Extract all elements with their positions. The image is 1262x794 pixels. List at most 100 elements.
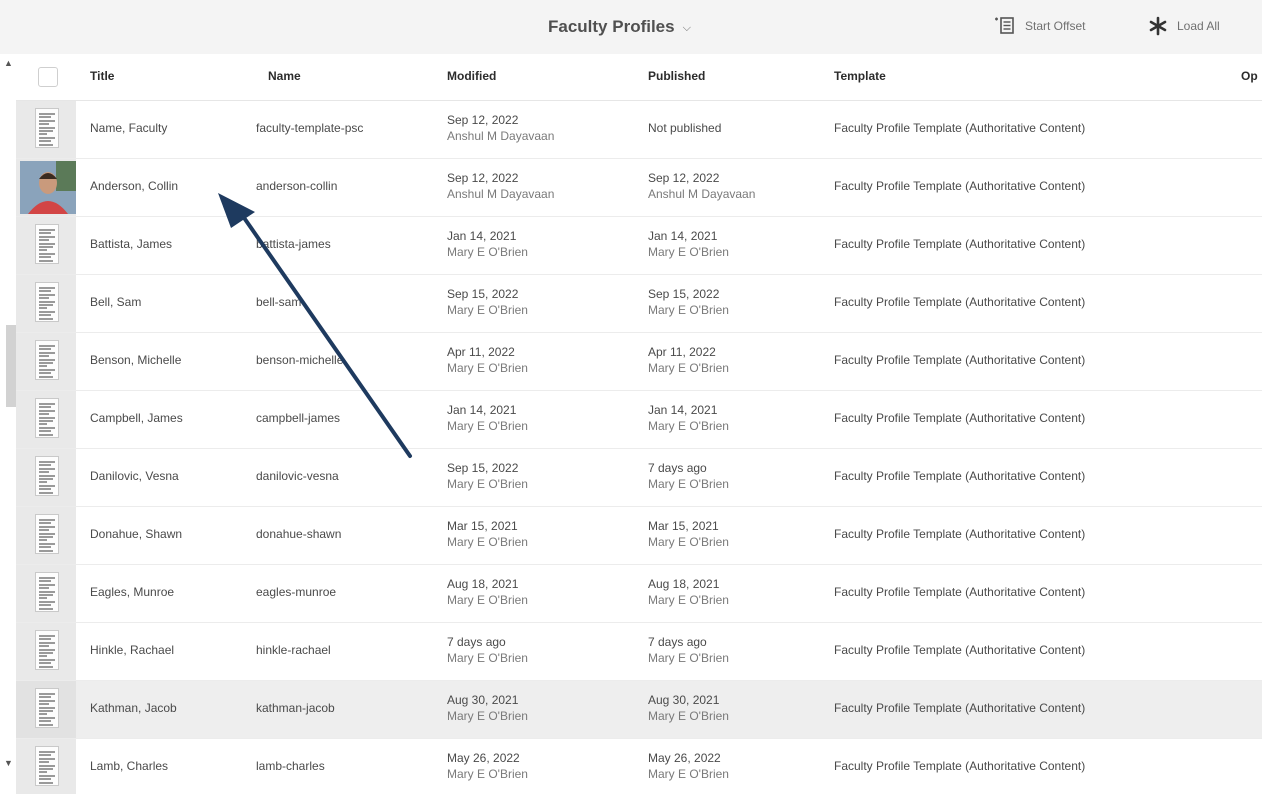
thumbnail[interactable] [16, 507, 76, 564]
row-modified: Apr 11, 2022 Mary E O'Brien [447, 344, 528, 376]
row-modified-user: Mary E O'Brien [447, 361, 528, 375]
row-published: Apr 11, 2022 Mary E O'Brien [648, 344, 729, 376]
column-header-template[interactable]: Template [834, 69, 886, 83]
row-modified: Jan 14, 2021 Mary E O'Brien [447, 228, 528, 260]
row-modified-date: Sep 12, 2022 [447, 171, 519, 185]
row-modified: Sep 15, 2022 Mary E O'Brien [447, 286, 528, 318]
row-title[interactable]: Benson, Michelle [90, 353, 181, 367]
row-modified-date: Apr 11, 2022 [447, 345, 515, 359]
row-template: Faculty Profile Template (Authoritative … [834, 585, 1086, 599]
table-row[interactable]: Bell, Sam bell-sam Sep 15, 2022 Mary E O'Br… [16, 275, 1262, 333]
load-all-button[interactable]: Load All [1148, 14, 1220, 38]
row-template: Faculty Profile Template (Authoritative … [834, 121, 1086, 135]
table-row[interactable]: Benson, Michelle benson-michelle Apr 11, 2… [16, 333, 1262, 391]
thumbnail[interactable] [16, 739, 76, 794]
table-row[interactable]: Eagles, Munroe eagles-munroe Aug 18, 2021 M… [16, 565, 1262, 623]
column-header-title[interactable]: Title [90, 69, 114, 83]
row-title[interactable]: Kathman, Jacob [90, 701, 177, 715]
row-title[interactable]: Donahue, Shawn [90, 527, 182, 541]
row-title[interactable]: Eagles, Munroe [90, 585, 174, 599]
row-title[interactable]: Name, Faculty [90, 121, 167, 135]
row-name: battista-james [256, 237, 331, 251]
row-template: Faculty Profile Template (Authoritative … [834, 237, 1086, 251]
table-row[interactable]: Kathman, Jacob kathman-jacob Aug 30, 2021 M… [16, 681, 1262, 739]
row-published-date: Aug 30, 2021 [648, 693, 720, 707]
row-modified-date: Aug 30, 2021 [447, 693, 519, 707]
row-published-date: 7 days ago [648, 635, 707, 649]
asterisk-icon [1149, 16, 1167, 36]
row-published: 7 days ago Mary E O'Brien [648, 460, 729, 492]
table-row[interactable]: Danilovic, Vesna danilovic-vesna Sep 15, 2… [16, 449, 1262, 507]
row-title[interactable]: Bell, Sam [90, 295, 141, 309]
row-published-user: Mary E O'Brien [648, 767, 729, 781]
collection-title-dropdown[interactable]: Faculty Profiles ⌵ [548, 15, 691, 39]
start-offset-label: Start Offset [1025, 19, 1086, 33]
table-row[interactable]: Name, Faculty faculty-template-psc Sep 12,… [16, 101, 1262, 159]
row-name: donahue-shawn [256, 527, 342, 541]
row-title[interactable]: Anderson, Collin [90, 179, 178, 193]
table-row[interactable]: Anderson, Collin anderson-collin Sep 12, 2… [16, 159, 1262, 217]
row-published: Jan 14, 2021 Mary E O'Brien [648, 402, 729, 434]
row-modified-date: Sep 15, 2022 [447, 287, 519, 301]
row-published-date: Sep 15, 2022 [648, 287, 720, 301]
scroll-up-icon[interactable]: ▲ [4, 58, 13, 68]
table-row[interactable]: Battista, James battista-james Jan 14, 202… [16, 217, 1262, 275]
row-published-user: Mary E O'Brien [648, 535, 729, 549]
thumbnail[interactable] [16, 449, 76, 506]
row-published-user: Mary E O'Brien [648, 593, 729, 607]
start-offset-button[interactable]: Start Offset [994, 14, 1085, 38]
column-header-published[interactable]: Published [648, 69, 705, 83]
thumbnail[interactable] [16, 623, 76, 680]
row-modified: 7 days ago Mary E O'Brien [447, 634, 528, 666]
row-template: Faculty Profile Template (Authoritative … [834, 353, 1086, 367]
row-title[interactable]: Campbell, James [90, 411, 183, 425]
row-title[interactable]: Danilovic, Vesna [90, 469, 179, 483]
row-template: Faculty Profile Template (Authoritative … [834, 295, 1086, 309]
row-modified: Mar 15, 2021 Mary E O'Brien [447, 518, 528, 550]
row-title[interactable]: Hinkle, Rachael [90, 643, 174, 657]
thumbnail[interactable] [16, 391, 76, 448]
table-row[interactable]: Hinkle, Rachael hinkle-rachael 7 days ago M… [16, 623, 1262, 681]
row-published: 7 days ago Mary E O'Brien [648, 634, 729, 666]
row-name: benson-michelle [256, 353, 344, 367]
row-name: lamb-charles [256, 759, 325, 773]
scrollbar-thumb[interactable] [6, 325, 16, 407]
row-published: Jan 14, 2021 Mary E O'Brien [648, 228, 729, 260]
row-title[interactable]: Lamb, Charles [90, 759, 168, 773]
document-icon [35, 572, 59, 612]
row-template: Faculty Profile Template (Authoritative … [834, 759, 1086, 773]
document-icon [35, 398, 59, 438]
row-name: campbell-james [256, 411, 341, 425]
row-published-date: May 26, 2022 [648, 751, 721, 765]
thumbnail[interactable] [16, 159, 76, 216]
column-header-truncated[interactable]: Op [1241, 69, 1258, 83]
scroll-down-icon[interactable]: ▼ [4, 758, 13, 768]
table-row[interactable]: Campbell, James campbell-james Jan 14, 202… [16, 391, 1262, 449]
thumbnail[interactable] [16, 681, 76, 738]
row-modified-user: Mary E O'Brien [447, 767, 528, 781]
row-modified-user: Mary E O'Brien [447, 477, 528, 491]
document-icon [35, 688, 59, 728]
document-icon [35, 340, 59, 380]
thumbnail[interactable] [16, 565, 76, 622]
column-header-name[interactable]: Name [268, 69, 301, 83]
row-published-user: Mary E O'Brien [648, 419, 729, 433]
thumbnail[interactable] [16, 101, 76, 158]
thumbnail[interactable] [16, 333, 76, 390]
document-icon [35, 108, 59, 148]
document-icon [35, 746, 59, 786]
document-icon [35, 456, 59, 496]
column-header-modified[interactable]: Modified [447, 69, 496, 83]
row-name: faculty-template-psc [256, 121, 364, 135]
row-published: Not published [648, 121, 721, 135]
vertical-scrollbar[interactable]: ▲ ▼ [0, 54, 16, 794]
table-row[interactable]: Donahue, Shawn donahue-shawn Mar 15, 2021 M… [16, 507, 1262, 565]
row-title[interactable]: Battista, James [90, 237, 172, 251]
row-modified-date: Sep 12, 2022 [447, 113, 519, 127]
row-modified-date: Sep 15, 2022 [447, 461, 519, 475]
row-template: Faculty Profile Template (Authoritative … [834, 643, 1086, 657]
thumbnail[interactable] [16, 217, 76, 274]
thumbnail[interactable] [16, 275, 76, 332]
select-all-checkbox[interactable] [38, 67, 58, 87]
table-row[interactable]: Lamb, Charles lamb-charles May 26, 2022 Mar… [16, 739, 1262, 794]
